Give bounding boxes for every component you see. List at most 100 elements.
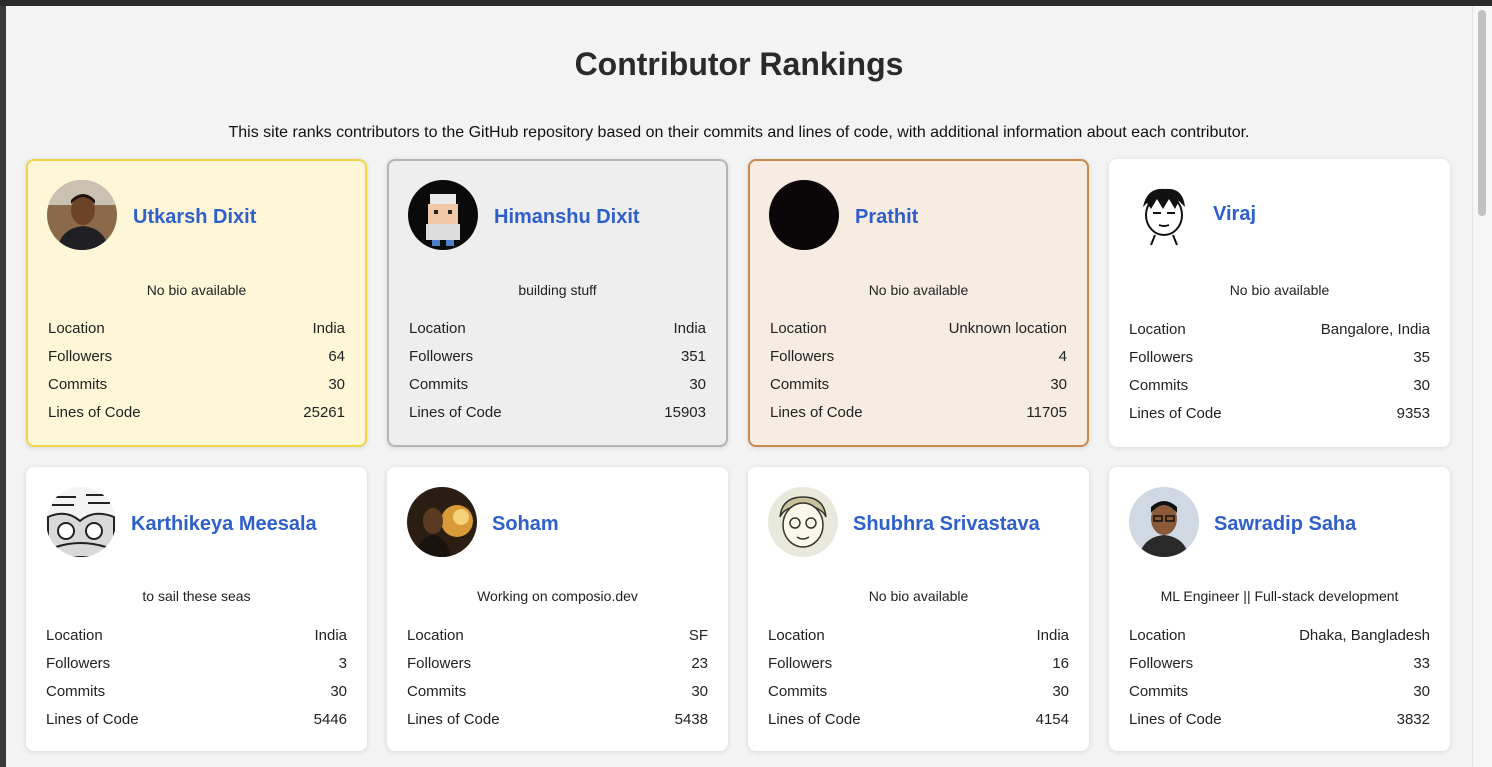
stat-row-commits: Commits 30 [768, 682, 1069, 710]
contributor-name-link[interactable]: Himanshu Dixit [494, 206, 640, 229]
contributor-name-link[interactable]: Prathit [855, 206, 918, 229]
contributor-stats: Location Dhaka, Bangladesh Followers 33 Co… [1129, 626, 1430, 738]
stat-value: 35 [1413, 349, 1430, 366]
avatar[interactable] [46, 487, 116, 557]
stat-row-followers: Followers 64 [48, 347, 345, 375]
stat-value: 33 [1413, 655, 1430, 672]
contributor-bio: to sail these seas [142, 588, 251, 604]
stat-label: Location [1129, 627, 1186, 644]
stat-label: Followers [768, 655, 833, 672]
contributor-bio: No bio available [868, 282, 969, 298]
stat-value: SF [688, 627, 708, 644]
stat-value: India [312, 320, 345, 337]
vertical-scrollbar[interactable] [1472, 6, 1492, 767]
stat-row-loc: Lines of Code 9353 [1129, 404, 1430, 432]
stat-label: Lines of Code [1129, 711, 1222, 728]
contributor-card: Soham Working on composio.dev Location SF… [387, 467, 728, 751]
stat-row-loc: Lines of Code 3832 [1129, 710, 1430, 738]
contributor-card: Prathit No bio available Location Unknown… [748, 159, 1089, 447]
stat-label: Location [48, 320, 105, 337]
stat-label: Commits [409, 376, 469, 393]
contributor-stats: Location India Followers 3 Commits 30 Lines… [46, 626, 347, 738]
stat-value: 16 [1052, 655, 1069, 672]
stat-row-followers: Followers 4 [770, 347, 1067, 375]
stat-label: Followers [407, 655, 472, 672]
contributor-stats: Location India Followers 351 Commits 30 Lin… [409, 319, 706, 431]
stat-label: Commits [1129, 683, 1189, 700]
stat-row-commits: Commits 30 [1129, 682, 1430, 710]
stat-value: 5446 [313, 711, 347, 728]
stat-row-loc: Lines of Code 25261 [48, 403, 345, 431]
stat-row-loc: Lines of Code 15903 [409, 403, 706, 431]
contributor-name-link[interactable]: Utkarsh Dixit [133, 206, 256, 229]
avatar[interactable] [768, 487, 838, 557]
stat-value: Unknown location [948, 320, 1067, 337]
stat-label: Location [46, 627, 103, 644]
stat-row-commits: Commits 30 [770, 375, 1067, 403]
stat-row-location: Location India [46, 626, 347, 654]
contributor-card: Himanshu Dixit building stuff Location In… [387, 159, 728, 447]
stat-value: 64 [328, 348, 345, 365]
stat-label: Followers [770, 348, 835, 365]
stat-row-loc: Lines of Code 4154 [768, 710, 1069, 738]
stat-label: Lines of Code [770, 404, 863, 421]
stat-label: Commits [768, 683, 828, 700]
stat-row-location: Location India [48, 319, 345, 347]
contributor-stats: Location India Followers 64 Commits 30 Line… [48, 319, 345, 431]
avatar[interactable] [408, 180, 478, 250]
avatar[interactable] [769, 180, 839, 250]
avatar[interactable] [407, 487, 477, 557]
stat-row-loc: Lines of Code 5446 [46, 710, 347, 738]
avatar[interactable] [1129, 487, 1199, 557]
stat-row-commits: Commits 30 [407, 682, 708, 710]
browser-viewport: Contributor Rankings This site ranks con… [6, 6, 1472, 767]
stat-value: Bangalore, India [1320, 321, 1430, 338]
avatar[interactable] [1129, 179, 1199, 249]
stat-row-commits: Commits 30 [48, 375, 345, 403]
contributor-bio: ML Engineer || Full-stack development [1160, 588, 1399, 604]
contributor-stats: Location Unknown location Followers 4 Comm… [770, 319, 1067, 431]
contributor-name-link[interactable]: Viraj [1213, 203, 1256, 226]
stat-row-commits: Commits 30 [409, 375, 706, 403]
stat-label: Followers [409, 348, 474, 365]
stat-row-followers: Followers 23 [407, 654, 708, 682]
stat-value: 30 [1050, 376, 1067, 393]
stat-value: 23 [691, 655, 708, 672]
stat-label: Followers [1129, 655, 1194, 672]
stat-row-followers: Followers 351 [409, 347, 706, 375]
stat-value: 15903 [664, 404, 706, 421]
contributor-card: Utkarsh Dixit No bio available Location I… [26, 159, 367, 447]
scrollbar-thumb[interactable] [1478, 10, 1486, 216]
contributor-name-link[interactable]: Sawradip Saha [1214, 513, 1356, 536]
contributor-bio: Working on composio.dev [477, 588, 638, 604]
contributor-name-link[interactable]: Karthikeya Meesala [131, 513, 317, 536]
stat-row-followers: Followers 33 [1129, 654, 1430, 682]
stat-value: 30 [1413, 683, 1430, 700]
contributor-name-link[interactable]: Soham [492, 513, 559, 536]
contributor-card: Sawradip Saha ML Engineer || Full-stack … [1109, 467, 1450, 751]
avatar[interactable] [47, 180, 117, 250]
stat-label: Followers [48, 348, 113, 365]
stat-value: 30 [1052, 683, 1069, 700]
contributor-stats: Location India Followers 16 Commits 30 Line… [768, 626, 1069, 738]
stat-value: 30 [689, 376, 706, 393]
stat-label: Lines of Code [407, 711, 500, 728]
contributor-bio: No bio available [868, 588, 969, 604]
contributor-card: Karthikeya Meesala to sail these seas Lo… [26, 467, 367, 751]
stat-label: Commits [770, 376, 830, 393]
stat-row-loc: Lines of Code 11705 [770, 403, 1067, 431]
stat-value: Dhaka, Bangladesh [1299, 627, 1430, 644]
stat-label: Lines of Code [768, 711, 861, 728]
stat-label: Location [407, 627, 464, 644]
stat-value: 30 [328, 376, 345, 393]
stat-row-location: Location SF [407, 626, 708, 654]
stat-label: Commits [407, 683, 467, 700]
page-description: This site ranks contributors to the GitH… [228, 124, 1250, 141]
stat-row-location: Location Dhaka, Bangladesh [1129, 626, 1430, 654]
stat-value: 3832 [1396, 711, 1430, 728]
stat-value: 30 [691, 683, 708, 700]
contributor-bio: building stuff [518, 282, 597, 298]
stat-row-location: Location India [768, 626, 1069, 654]
stat-value: India [314, 627, 347, 644]
contributor-name-link[interactable]: Shubhra Srivastava [853, 513, 1040, 536]
